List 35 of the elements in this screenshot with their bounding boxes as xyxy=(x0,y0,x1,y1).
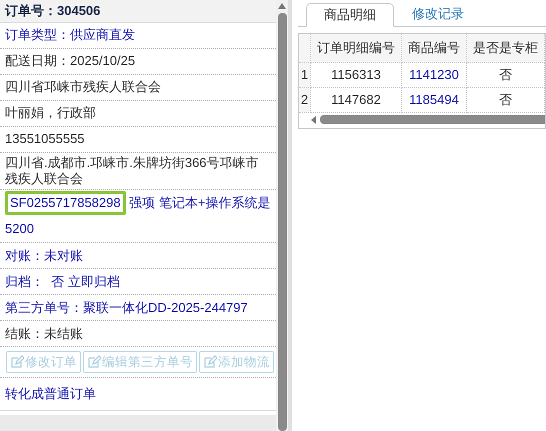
info-link[interactable]: 第三方单号：聚联一体化DD-2025-244797 xyxy=(5,300,248,316)
order-number-title: 订单号：304506 xyxy=(0,0,276,23)
info-text: 13551055555 xyxy=(5,131,85,148)
scroll-up-icon[interactable] xyxy=(278,3,286,9)
column-header: 订单明细编号 xyxy=(310,34,402,62)
table-cell: 否 xyxy=(466,62,544,87)
info-link[interactable]: 归档： 否 立即归档 xyxy=(5,274,120,290)
table-cell: 1156313 xyxy=(310,62,402,87)
table-cell: 1147682 xyxy=(310,87,402,112)
row-number: 1 xyxy=(299,62,310,87)
pencil-icon xyxy=(10,355,24,370)
scroll-thumb[interactable] xyxy=(278,12,286,431)
scroll-left-icon[interactable] xyxy=(311,116,316,124)
info-text: 叶丽娟，行政部 xyxy=(5,105,96,122)
info-text: 配送日期：2025/10/25 xyxy=(5,53,136,70)
column-header: 商品编号 xyxy=(402,34,466,62)
column-header: 是否是专柜 xyxy=(466,34,544,62)
tracking-info-text: SF0255717858298 强项 笔记本+操作系统是5200 xyxy=(5,190,271,242)
tab[interactable]: 修改记录 xyxy=(394,2,482,26)
info-link[interactable]: 订单类型：供应商直发 xyxy=(5,27,135,44)
scrollbar[interactable] xyxy=(276,0,288,431)
product-link[interactable]: 1141230 xyxy=(402,62,466,87)
horizontal-scroll-thumb[interactable] xyxy=(320,115,545,124)
pencil-icon xyxy=(203,355,217,370)
info-text: 四川省.成都市.邛崃市.朱牌坊街366号邛崃市残疾人联合会 xyxy=(5,154,260,187)
tracking-number-link[interactable]: SF0255717858298 xyxy=(5,191,126,216)
row-number: 2 xyxy=(299,87,310,112)
table-cell: 否 xyxy=(466,87,544,112)
info-text: 结账：未结账 xyxy=(5,326,83,342)
info-link[interactable]: 对账：未对账 xyxy=(5,248,83,264)
convert-order-link[interactable]: 转化成普通订单 xyxy=(5,386,96,402)
product-link[interactable]: 1185494 xyxy=(402,87,466,112)
pencil-icon xyxy=(87,355,101,370)
tab[interactable]: 商品明细 xyxy=(306,3,394,27)
info-text: 四川省邛崃市残疾人联合会 xyxy=(5,79,161,96)
